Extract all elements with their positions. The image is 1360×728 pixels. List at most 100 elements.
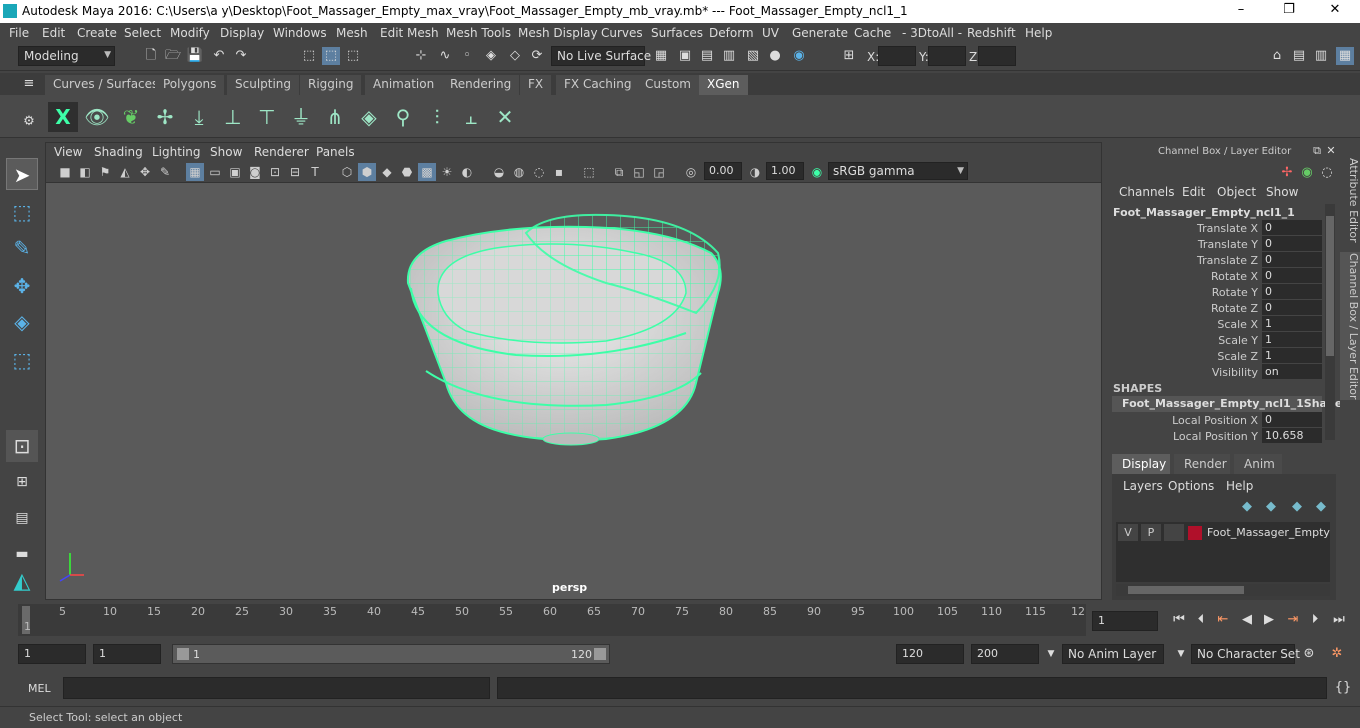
xgen-editor-icon[interactable]: X bbox=[48, 102, 78, 132]
tab-rigging[interactable]: Rigging bbox=[300, 75, 362, 95]
tab-polygons[interactable]: Polygons bbox=[155, 75, 225, 95]
x-coordinate-input[interactable] bbox=[878, 46, 916, 66]
rotate-x-field[interactable]: 0 bbox=[1262, 268, 1322, 283]
mode-dropdown[interactable]: Modeling ▼ bbox=[18, 46, 115, 66]
render-sequence-icon[interactable]: ▤ bbox=[698, 47, 716, 65]
tab-render[interactable]: Render bbox=[1174, 454, 1230, 474]
xgen-grid-icon[interactable]: ◈ bbox=[354, 102, 384, 132]
end-time-input[interactable]: 200 bbox=[971, 644, 1039, 664]
layer-display-type[interactable] bbox=[1164, 524, 1184, 541]
menu-windows[interactable]: Windows bbox=[273, 26, 327, 40]
smooth-shade-icon[interactable]: ⬢ bbox=[358, 163, 376, 181]
move-layer-down-icon[interactable]: ◆ bbox=[1262, 498, 1280, 516]
tab-channel-box[interactable]: Channel Box / Layer Editor bbox=[1340, 252, 1360, 400]
xgen-rig-icon[interactable]: ⚲ bbox=[388, 102, 418, 132]
vp-menu-panels[interactable]: Panels bbox=[316, 145, 355, 159]
tab-xgen[interactable]: XGen bbox=[699, 75, 748, 95]
visibility-field[interactable]: on bbox=[1262, 364, 1322, 379]
lock-icon[interactable]: ◌ bbox=[1318, 164, 1336, 182]
gamma-input[interactable]: 1.00 bbox=[766, 162, 804, 180]
grid-icon[interactable]: ▦ bbox=[186, 163, 204, 181]
vp-menu-lighting[interactable]: Lighting bbox=[152, 145, 201, 159]
mel-label[interactable]: MEL bbox=[28, 682, 51, 695]
history-icon[interactable]: ▦ bbox=[652, 47, 670, 65]
ipr-render-icon[interactable]: ▥ bbox=[720, 47, 738, 65]
layer-menu-layers[interactable]: Layers bbox=[1123, 479, 1163, 493]
playback-end-input[interactable]: 120 bbox=[896, 644, 964, 664]
anim-layer-dropdown[interactable]: No Anim Layer bbox=[1062, 644, 1164, 664]
single-layout-icon[interactable]: ⊡ bbox=[6, 430, 38, 462]
character-set-dropdown[interactable]: No Character Set bbox=[1191, 644, 1300, 664]
translate-y-field[interactable]: 0 bbox=[1262, 236, 1322, 251]
menu-file[interactable]: File bbox=[9, 26, 29, 40]
play-backwards-icon[interactable]: ◀ bbox=[1238, 611, 1256, 629]
xray-icon[interactable]: ▩ bbox=[418, 163, 436, 181]
render-settings-icon[interactable]: ▧ bbox=[744, 47, 762, 65]
wireframe-icon[interactable]: ⬡ bbox=[338, 163, 356, 181]
snap-point-icon[interactable]: ◦ bbox=[458, 47, 476, 65]
transform-mode-icon[interactable]: ⊞ bbox=[840, 47, 858, 65]
z-coordinate-input[interactable] bbox=[978, 46, 1016, 66]
layer-menu-options[interactable]: Options bbox=[1168, 479, 1214, 493]
tab-display[interactable]: Display bbox=[1112, 454, 1170, 474]
snap-curve-icon[interactable]: ∿ bbox=[436, 47, 454, 65]
menu-deform[interactable]: Deform bbox=[709, 26, 754, 40]
manipulator-icon[interactable]: ✢ bbox=[1278, 164, 1296, 182]
channel-box-toggle-icon[interactable]: ▦ bbox=[1336, 47, 1354, 65]
step-back-key-icon[interactable]: ⇤ bbox=[1214, 611, 1232, 629]
exposure-input[interactable]: 0.00 bbox=[704, 162, 742, 180]
save-scene-icon[interactable]: 💾 bbox=[186, 47, 204, 65]
vp-menu-view[interactable]: View bbox=[54, 145, 82, 159]
minimize-button[interactable]: – bbox=[1226, 2, 1256, 20]
character-set-chevron-icon[interactable]: ▼ bbox=[1172, 645, 1190, 663]
y-coordinate-input[interactable] bbox=[928, 46, 966, 66]
color-management-icon[interactable]: ◉ bbox=[808, 163, 826, 181]
outliner-layout-icon[interactable]: ▤ bbox=[6, 502, 38, 534]
select-tool-icon[interactable]: ➤ bbox=[6, 158, 38, 190]
shadows-icon[interactable]: ◐ bbox=[458, 163, 476, 181]
bookmark-icon[interactable]: ⚑ bbox=[96, 163, 114, 181]
gamma-icon[interactable]: ◑ bbox=[746, 163, 764, 181]
scrollbar-thumb[interactable] bbox=[1326, 216, 1334, 356]
menu-display[interactable]: Display bbox=[220, 26, 264, 40]
rotate-z-field[interactable]: 0 bbox=[1262, 300, 1322, 315]
two-d-pan-icon[interactable]: ✥ bbox=[136, 163, 154, 181]
menu-redshift[interactable]: Redshift bbox=[967, 26, 1016, 40]
xgen-comb-icon[interactable]: ⫶ bbox=[422, 102, 452, 132]
menu-select[interactable]: Select bbox=[124, 26, 161, 40]
live-surface-field[interactable]: No Live Surface bbox=[551, 46, 651, 66]
modeling-toolkit-icon[interactable]: ⌂ bbox=[1268, 47, 1286, 65]
use-all-lights-icon[interactable]: ☀ bbox=[438, 163, 456, 181]
tab-anim[interactable]: Anim bbox=[1234, 454, 1282, 474]
menu-edit[interactable]: Edit bbox=[42, 26, 65, 40]
local-position-x-field[interactable]: 0 bbox=[1262, 412, 1322, 427]
xgen-leaf-icon[interactable]: ❦ bbox=[116, 102, 146, 132]
isolate-select-icon[interactable]: ⬚ bbox=[580, 163, 598, 181]
xgen-delete-icon[interactable]: ✕ bbox=[490, 102, 520, 132]
select-component-icon[interactable]: ⬚ bbox=[344, 47, 362, 65]
object-name[interactable]: Foot_Massager_Empty_ncl1_1 bbox=[1113, 206, 1295, 219]
grease-pencil-icon[interactable]: ✎ bbox=[156, 163, 174, 181]
menu-generate[interactable]: Generate bbox=[792, 26, 848, 40]
new-layer-selected-icon[interactable]: ◆ bbox=[1312, 498, 1330, 516]
tool-settings-toggle-icon[interactable]: ▥ bbox=[1312, 47, 1330, 65]
current-frame-input[interactable]: 1 bbox=[1092, 611, 1158, 631]
auto-key-icon[interactable]: ⊛ bbox=[1300, 645, 1318, 663]
hypershade-icon[interactable]: ● bbox=[766, 47, 784, 65]
lasso-tool-icon[interactable]: ⬚ bbox=[6, 196, 38, 228]
tab-fx[interactable]: FX bbox=[520, 75, 552, 95]
redo-icon[interactable]: ↷ bbox=[232, 47, 250, 65]
rotate-y-field[interactable]: 0 bbox=[1262, 284, 1322, 299]
maximize-button[interactable]: ❐ bbox=[1274, 2, 1304, 20]
playback-start-input[interactable]: 1 bbox=[93, 644, 161, 664]
play-forwards-icon[interactable]: ▶ bbox=[1260, 611, 1278, 629]
menu-mesh-display[interactable]: Mesh Display bbox=[518, 26, 598, 40]
mel-command-input[interactable] bbox=[63, 677, 490, 699]
tab-rendering[interactable]: Rendering bbox=[442, 75, 520, 95]
film-gate-icon[interactable]: ▭ bbox=[206, 163, 224, 181]
shelf-menu-icon[interactable]: ≡ bbox=[20, 75, 38, 93]
new-scene-icon[interactable]: 🗋 bbox=[142, 47, 160, 65]
anim-layer-chevron-icon[interactable]: ▼ bbox=[1042, 645, 1060, 663]
step-forward-key-icon[interactable]: ⇥ bbox=[1284, 611, 1302, 629]
snap-surface-icon[interactable]: ◇ bbox=[506, 47, 524, 65]
